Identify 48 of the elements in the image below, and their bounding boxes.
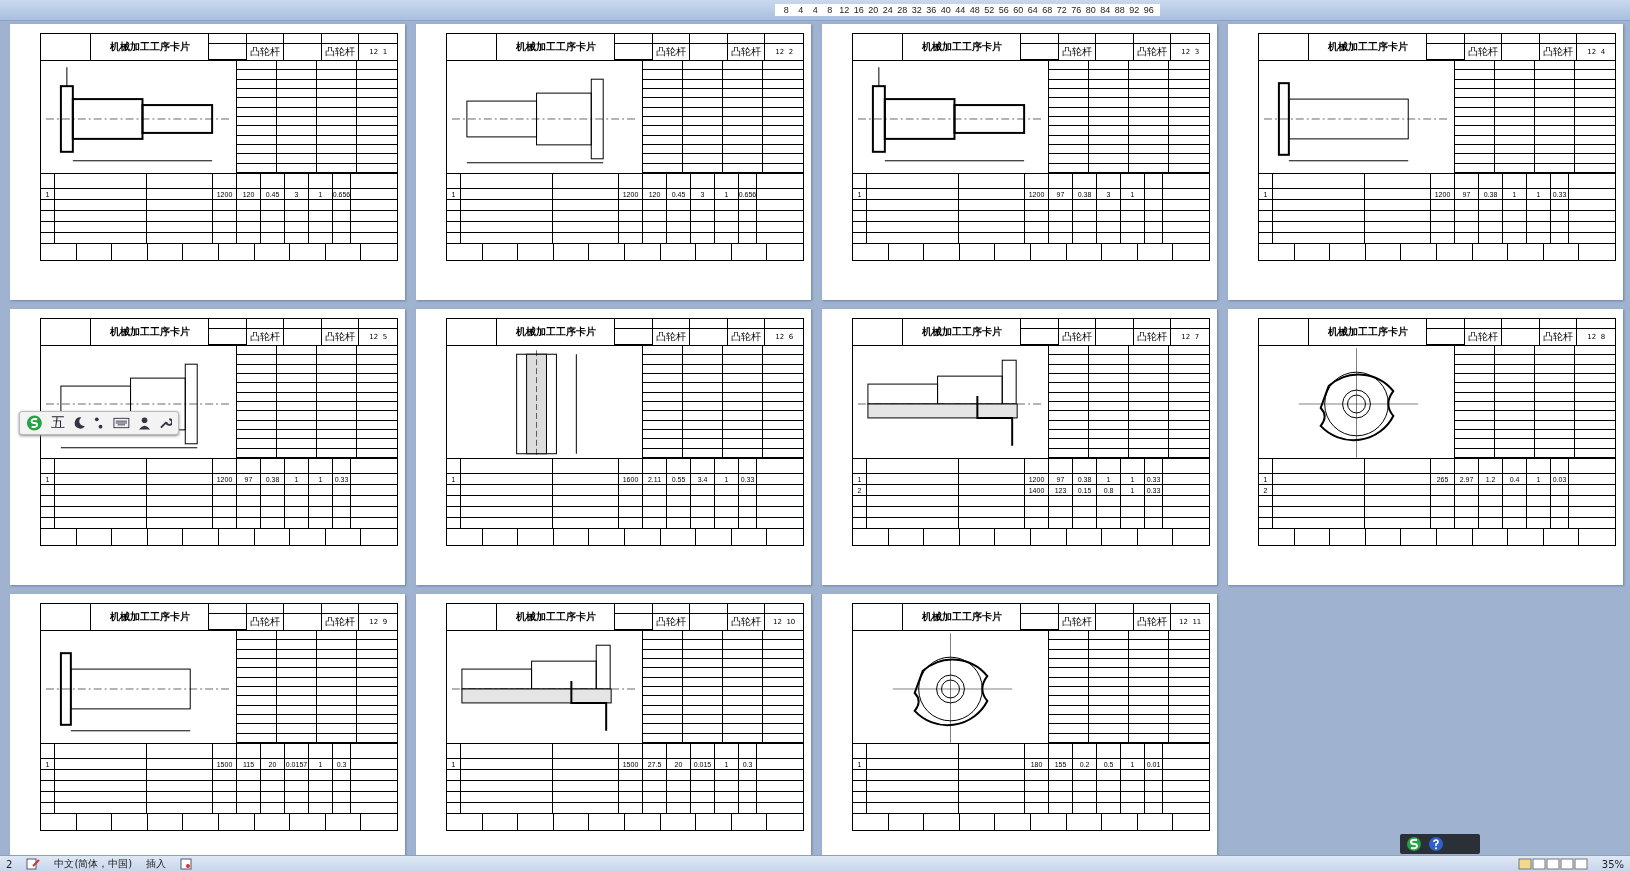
- card-title: 机械加工工序卡片: [497, 319, 615, 345]
- page-indicator[interactable]: 2: [6, 858, 13, 870]
- user-icon[interactable]: [137, 416, 151, 430]
- part-name: 凸轮杆: [727, 329, 766, 345]
- proofing-icon[interactable]: [26, 858, 41, 870]
- zoom-level[interactable]: 35%: [1601, 858, 1624, 870]
- card-title: 机械加工工序卡片: [1309, 34, 1427, 60]
- product-name: 凸轮杆: [652, 329, 691, 345]
- part-name: 凸轮杆: [727, 614, 766, 630]
- card-title: 机械加工工序卡片: [91, 34, 209, 60]
- part-name: 凸轮杆: [321, 614, 360, 630]
- horizontal-ruler[interactable]: 8 4 4 8 12 16 20 24 28 32 36 40 44 48 52 56 60 64 68 72 76 80 84 88 92 96: [775, 4, 1160, 16]
- card-title: 机械加工工序卡片: [497, 34, 615, 60]
- product-name: 凸轮杆: [652, 44, 691, 60]
- product-name: 凸轮杆: [1464, 44, 1503, 60]
- part-name: 凸轮杆: [1539, 329, 1578, 345]
- insert-mode-indicator[interactable]: 插入: [146, 857, 167, 871]
- product-name: 凸轮杆: [246, 614, 285, 630]
- product-name: 凸轮杆: [246, 44, 285, 60]
- view-buttons-icon[interactable]: [1517, 858, 1588, 870]
- card-title: 机械加工工序卡片: [903, 604, 1021, 630]
- part-name: 凸轮杆: [727, 44, 766, 60]
- product-name: 凸轮杆: [246, 329, 285, 345]
- card-title: 机械加工工序卡片: [903, 319, 1021, 345]
- wrench-icon[interactable]: [158, 416, 172, 430]
- keyboard-icon[interactable]: [113, 417, 130, 429]
- product-name: 凸轮杆: [1058, 329, 1097, 345]
- part-name: 凸轮杆: [321, 329, 360, 345]
- macro-icon[interactable]: [180, 858, 193, 870]
- card-title: 机械加工工序卡片: [91, 319, 209, 345]
- product-name: 凸轮杆: [652, 614, 691, 630]
- input-mode-button[interactable]: 五: [50, 414, 65, 432]
- card-title: 机械加工工序卡片: [91, 604, 209, 630]
- part-name: 凸轮杆: [1133, 614, 1172, 630]
- part-name: 凸轮杆: [1133, 44, 1172, 60]
- product-name: 凸轮杆: [1464, 329, 1503, 345]
- language-indicator[interactable]: 中文(简体，中国): [54, 857, 133, 871]
- part-name: 凸轮杆: [1133, 329, 1172, 345]
- card-title: 机械加工工序卡片: [497, 604, 615, 630]
- moon-icon[interactable]: [72, 416, 86, 430]
- product-name: 凸轮杆: [1058, 44, 1097, 60]
- help-icon[interactable]: [1428, 836, 1444, 852]
- part-name: 凸轮杆: [1539, 44, 1578, 60]
- card-title: 机械加工工序卡片: [1309, 319, 1427, 345]
- product-name: 凸轮杆: [1058, 614, 1097, 630]
- part-name: 凸轮杆: [321, 44, 360, 60]
- card-title: 机械加工工序卡片: [903, 34, 1021, 60]
- ime-logo-icon[interactable]: [1406, 836, 1422, 852]
